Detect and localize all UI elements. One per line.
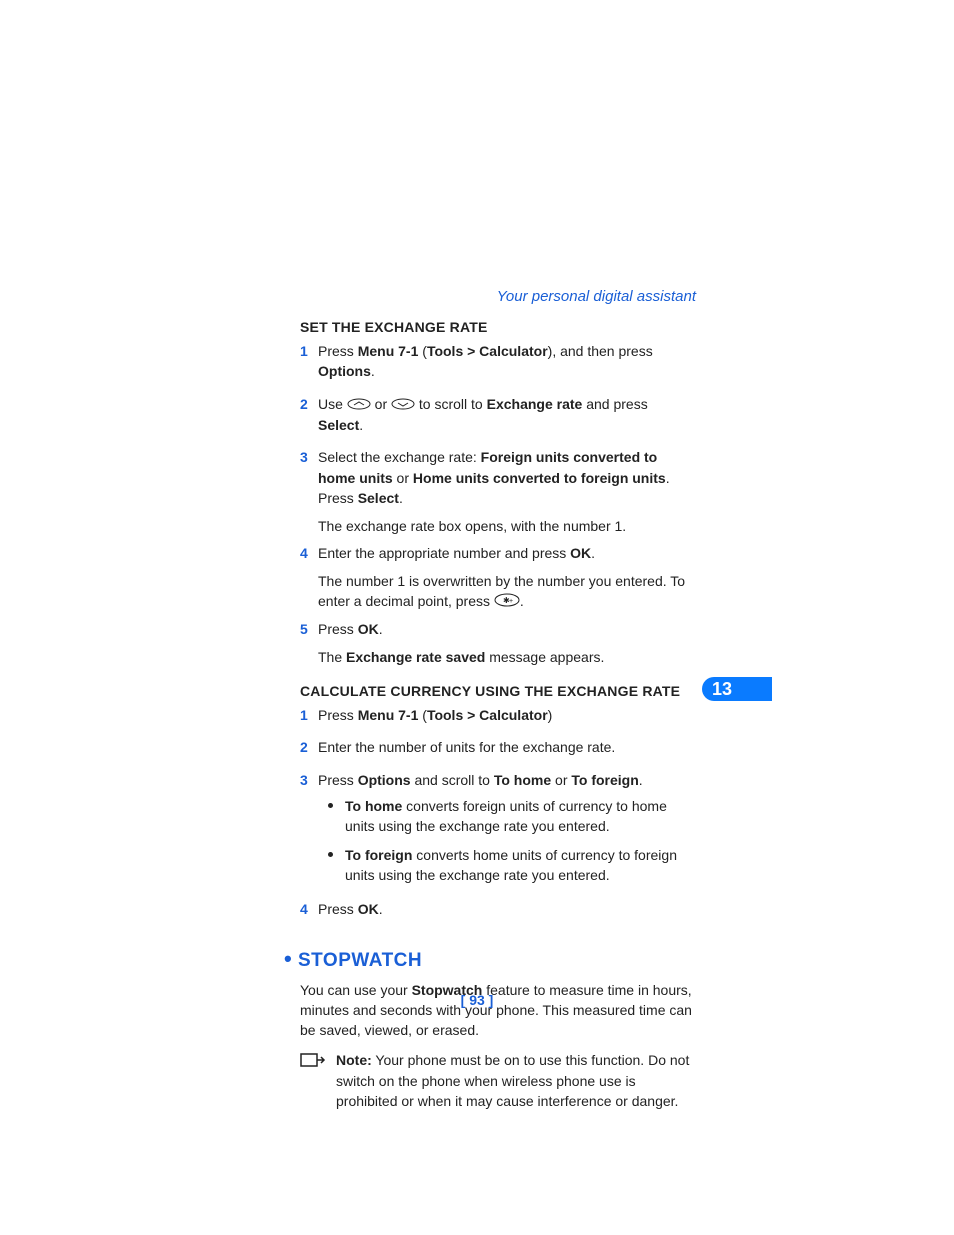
bullet-dot-icon xyxy=(328,803,333,808)
bullet-icon: • xyxy=(284,946,292,971)
bullet-to-home: To home converts foreign units of curren… xyxy=(318,796,696,837)
step-number: 1 xyxy=(300,705,318,725)
star-key-icon: ✱+ xyxy=(494,592,520,612)
step-4: 4 Enter the appropriate number and press… xyxy=(300,543,696,613)
note-block: Note: Your phone must be on to use this … xyxy=(300,1050,696,1111)
step-body: Enter the appropriate number and press O… xyxy=(318,543,696,613)
step-number: 4 xyxy=(300,899,318,919)
step-5: 5 Press OK. The Exchange rate saved mess… xyxy=(300,619,696,668)
running-header: Your personal digital assistant xyxy=(300,288,696,305)
step-2: 2 Enter the number of units for the exch… xyxy=(300,737,696,763)
step-body: Press Menu 7-1 (Tools > Calculator) xyxy=(318,705,696,731)
stopwatch-intro: You can use your Stopwatch feature to me… xyxy=(300,980,696,1041)
step-body: Press OK. xyxy=(318,899,696,925)
section-heading-stopwatch: • STOPWATCH xyxy=(284,948,696,972)
scroll-down-icon xyxy=(391,395,415,415)
content-area: Your personal digital assistant SET THE … xyxy=(300,288,696,1111)
step-number: 5 xyxy=(300,619,318,639)
step-body: Press Options and scroll to To home or T… xyxy=(318,770,696,893)
step-3: 3 Press Options and scroll to To home or… xyxy=(300,770,696,893)
step-number: 2 xyxy=(300,737,318,757)
note-text: Note: Your phone must be on to use this … xyxy=(336,1050,696,1111)
section-heading-exchange: SET THE EXCHANGE RATE xyxy=(300,319,696,335)
svg-text:+: + xyxy=(509,598,513,605)
step-1: 1 Press Menu 7-1 (Tools > Calculator) xyxy=(300,705,696,731)
step-1: 1 Press Menu 7-1 (Tools > Calculator), a… xyxy=(300,341,696,388)
chapter-tab: 13 xyxy=(702,677,772,701)
steps-exchange: 1 Press Menu 7-1 (Tools > Calculator), a… xyxy=(300,341,696,667)
step-number: 4 xyxy=(300,543,318,563)
step-number: 2 xyxy=(300,394,318,414)
step-body: Enter the number of units for the exchan… xyxy=(318,737,696,763)
bullet-dot-icon xyxy=(328,852,333,857)
bullet-to-foreign: To foreign converts home units of curren… xyxy=(318,845,696,886)
page: Your personal digital assistant SET THE … xyxy=(0,0,954,1235)
step-number: 3 xyxy=(300,447,318,467)
step-number: 1 xyxy=(300,341,318,361)
step-number: 3 xyxy=(300,770,318,790)
step-2: 2 Use or to scroll to Exchange rate and … xyxy=(300,394,696,442)
step-body: Press OK. The Exchange rate saved messag… xyxy=(318,619,696,668)
section-heading-calculate: CALCULATE CURRENCY USING THE EXCHANGE RA… xyxy=(300,683,696,699)
scroll-up-icon xyxy=(347,395,371,415)
step-4: 4 Press OK. xyxy=(300,899,696,925)
note-arrow-icon xyxy=(300,1052,328,1075)
page-number: [ 93 ] xyxy=(0,992,954,1008)
step-body: Use or to scroll to Exchange rate and pr… xyxy=(318,394,696,442)
step-3: 3 Select the exchange rate: Foreign unit… xyxy=(300,447,696,536)
bullet-list: To home converts foreign units of curren… xyxy=(318,796,696,885)
step-body: Press Menu 7-1 (Tools > Calculator), and… xyxy=(318,341,696,388)
steps-calculate: 1 Press Menu 7-1 (Tools > Calculator) 2 … xyxy=(300,705,696,925)
step-body: Select the exchange rate: Foreign units … xyxy=(318,447,696,536)
